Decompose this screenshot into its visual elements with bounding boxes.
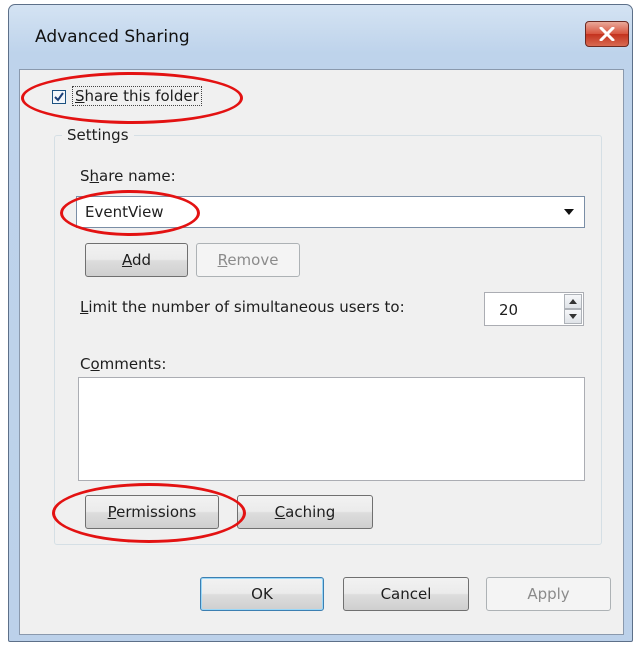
cancel-button[interactable]: Cancel — [343, 577, 469, 611]
checkmark-icon — [54, 92, 64, 102]
close-icon — [599, 27, 615, 41]
apply-button: Apply — [486, 577, 611, 611]
comments-textarea[interactable] — [78, 377, 585, 481]
window-title: Advanced Sharing — [35, 27, 190, 47]
spin-buttons — [564, 294, 582, 324]
close-button[interactable] — [585, 21, 629, 47]
share-name-combobox[interactable]: EventView — [76, 196, 585, 228]
share-folder-checkbox[interactable] — [52, 90, 66, 104]
share-name-label: Share name: — [80, 167, 176, 185]
user-limit-spinbox[interactable]: 20 — [484, 292, 584, 326]
advanced-sharing-window: Advanced Sharing Share this folder Setti… — [8, 4, 633, 642]
share-folder-label[interactable]: Share this folder — [72, 86, 202, 106]
remove-button: Remove — [196, 243, 300, 277]
add-button[interactable]: Add — [85, 243, 188, 277]
chevron-down-icon — [569, 314, 577, 319]
caching-button[interactable]: Caching — [237, 495, 373, 529]
dialog-client-area: Share this folder Settings Share name: E… — [19, 69, 624, 635]
spin-down-button[interactable] — [564, 309, 582, 324]
share-name-value: EventView — [85, 203, 164, 221]
user-limit-value: 20 — [499, 301, 519, 319]
permissions-button[interactable]: Permissions — [85, 495, 219, 529]
ok-button[interactable]: OK — [200, 577, 324, 611]
limit-users-label: Limit the number of simultaneous users t… — [80, 298, 405, 316]
settings-group-title: Settings — [62, 126, 134, 144]
comments-label: Comments: — [80, 355, 167, 373]
chevron-up-icon — [569, 299, 577, 304]
dropdown-arrow-icon — [564, 209, 574, 215]
spin-up-button[interactable] — [564, 294, 582, 309]
